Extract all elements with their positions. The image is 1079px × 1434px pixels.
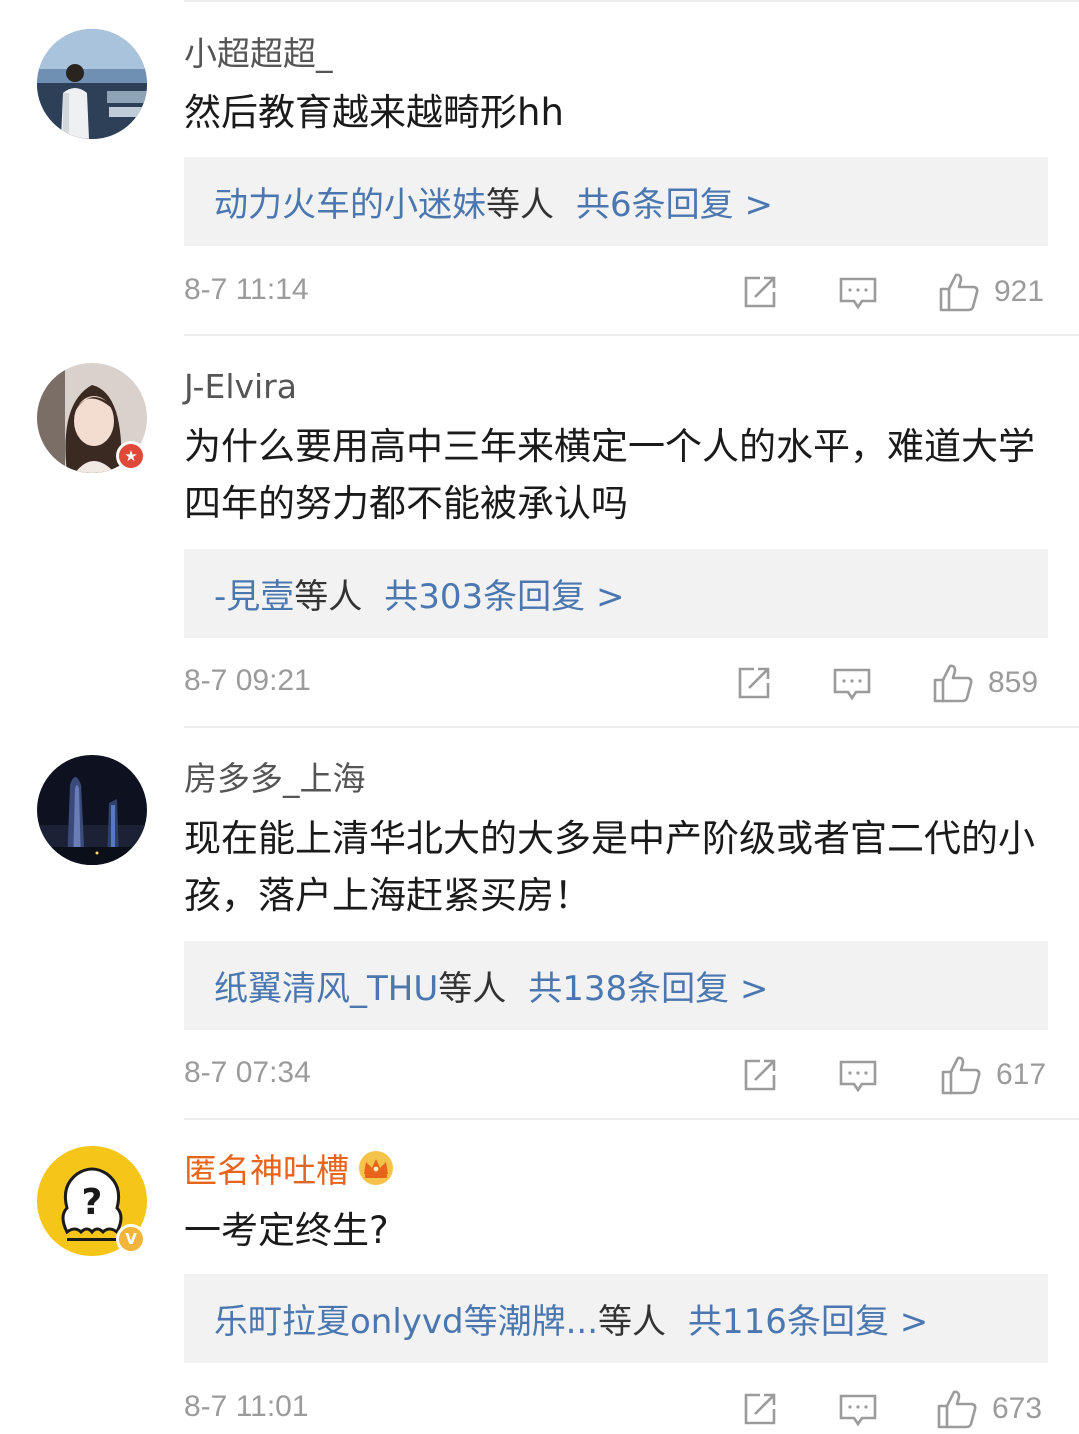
reply-summary[interactable]: -見壹 等人 共303条回复 > [184,549,1048,638]
like-count: 859 [988,666,1039,699]
reply-count-link[interactable]: 共6条回复 > [576,177,773,226]
reply-names[interactable]: -見壹 [214,569,294,618]
comment-button[interactable] [838,1384,878,1434]
reply-names[interactable]: 动力火车的小迷妹 [214,177,486,226]
comment-meta: 8-7 11:14 921 [184,267,1048,317]
comment-item: 房多多_上海 现在能上清华北大的大多是中产阶级或者官二代的小孩，落户上海赶紧买房… [0,728,1079,1119]
comment-text: 然后教育越来越畸形hh [184,91,564,134]
comment-button[interactable] [838,1050,878,1100]
comment-icon [839,1394,877,1427]
comment-text: 一考定终生? [184,1209,389,1252]
comment-meta: 8-7 07:34 617 [184,1050,1048,1100]
comment-button[interactable] [832,658,872,708]
thumbs-up-icon [937,1390,977,1429]
reply-summary[interactable]: 纸翼清风_THU 等人 共138条回复 > [184,941,1048,1030]
svg-text:?: ? [82,1182,103,1223]
comment-icon [833,668,871,701]
repost-button[interactable] [740,1050,780,1100]
star-badge-icon: ★ [116,441,146,471]
reply-count-link[interactable]: 共138条回复 > [528,961,768,1010]
like-button[interactable]: 859 [932,658,1038,708]
comment-text: 现在能上清华北大的大多是中产阶级或者官二代的小孩，落户上海赶紧买房！ [184,817,1035,917]
username[interactable]: J-Elvira [184,367,297,407]
like-count: 921 [994,275,1045,308]
share-icon [744,1059,776,1091]
reply-count-link[interactable]: 共116条回复 > [688,1294,928,1343]
repost-button[interactable] [740,267,780,317]
username-text: 匿名神吐槽 [184,1151,349,1190]
timestamp: 8-7 07:34 [184,1056,311,1089]
comment-item: 小超超超_ 然后教育越来越畸形hh 动力火车的小迷妹 等人 共6条回复 > 8-… [0,0,1079,336]
reply-summary[interactable]: 乐町拉夏onlyvd等潮牌... 等人 共116条回复 > [184,1274,1048,1363]
reply-suffix: 等人 [438,969,507,1009]
thumbs-up-icon [941,1056,981,1095]
reply-count-link[interactable]: 共303条回复 > [384,569,624,618]
comment-icon [839,1060,877,1093]
like-count: 673 [992,1392,1043,1425]
like-count: 617 [996,1058,1047,1091]
comment-icon [839,277,877,310]
thumbs-up-icon [933,664,973,703]
reply-suffix: 等人 [486,185,554,225]
verified-v-icon: V [116,1224,146,1254]
share-icon [744,276,776,308]
comment-text: 为什么要用高中三年来横定一个人的水平，难道大学四年的努力都不能被承认吗 [184,425,1035,525]
reply-names[interactable]: 纸翼清风_THU [214,961,438,1010]
timestamp: 8-7 11:01 [184,1390,309,1423]
username[interactable]: 匿名神吐槽 [184,1150,395,1195]
timestamp: 8-7 11:14 [184,273,309,306]
reply-suffix: 等人 [294,577,363,617]
comment-meta: 8-7 09:21 859 [184,658,1048,708]
repost-button[interactable] [734,658,774,708]
share-icon [744,1393,776,1425]
comment-button[interactable] [838,267,878,317]
comment-item: ★ J-Elvira 为什么要用高中三年来横定一个人的水平，难道大学四年的努力都… [0,336,1079,727]
like-button[interactable]: 617 [940,1050,1046,1100]
comment-item: ? V 匿名神吐槽 一考定终生? 乐町拉夏onlyvd等潮牌... 等人 共11… [0,1120,1079,1429]
thumbs-up-icon [939,273,979,312]
crown-icon [357,1150,395,1195]
reply-summary[interactable]: 动力火车的小迷妹 等人 共6条回复 > [184,157,1048,246]
like-button[interactable]: 921 [938,267,1044,317]
reply-names[interactable]: 乐町拉夏onlyvd等潮牌... [214,1294,598,1343]
like-button[interactable]: 673 [936,1384,1042,1434]
comment-meta: 8-7 11:01 673 [184,1384,1048,1434]
avatar[interactable] [37,29,147,139]
username[interactable]: 房多多_上海 [184,759,366,799]
timestamp: 8-7 09:21 [184,664,311,697]
repost-button[interactable] [740,1384,780,1434]
share-icon [738,667,770,699]
username[interactable]: 小超超超_ [184,34,333,74]
reply-suffix: 等人 [598,1302,667,1342]
avatar[interactable] [37,755,147,865]
